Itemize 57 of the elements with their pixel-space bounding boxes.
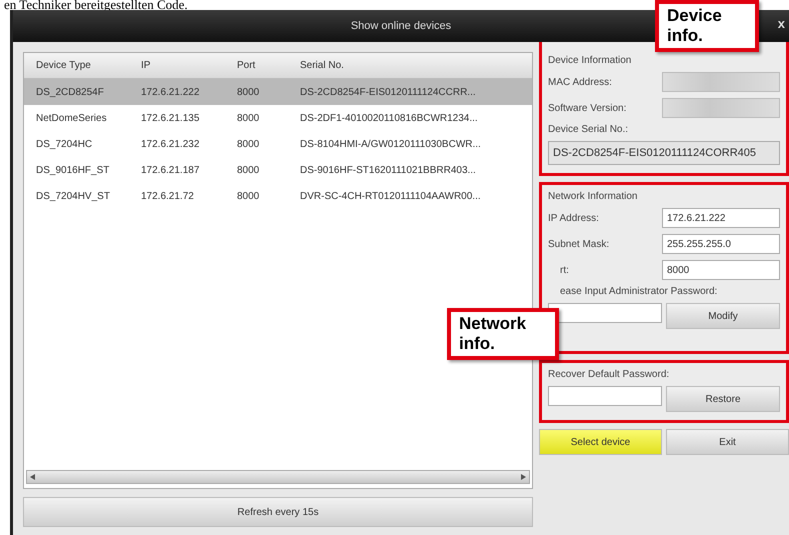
table-cell-text: 172.6.21.222 bbox=[141, 86, 200, 98]
recover-code-field[interactable] bbox=[548, 386, 662, 406]
device-row[interactable]: DS_7204HC 172.6.21.232 8000 DS-8104HMI-A/GW0120111030BCWR... bbox=[24, 131, 532, 157]
field-label: MAC Address: bbox=[548, 76, 613, 88]
ip-field[interactable]: 172.6.21.222 bbox=[662, 208, 780, 228]
annotation-callout: Device info. bbox=[655, 0, 759, 52]
field-label: ease Input Administrator Password: bbox=[559, 286, 718, 297]
table-cell-text: 172.6.21.135 bbox=[141, 112, 200, 124]
table-cell-text: DS-2DF1-4010020110816BCWR1234... bbox=[300, 112, 479, 124]
table-cell-text: DS_7204HC bbox=[36, 138, 94, 150]
table-cell-text: 8000 bbox=[237, 86, 260, 98]
column-header[interactable]: IP bbox=[141, 60, 237, 71]
select-device-button[interactable]: Select device bbox=[539, 429, 662, 455]
column-header[interactable]: Serial No. bbox=[300, 60, 532, 71]
section-heading: Recover Default Password: bbox=[548, 369, 670, 380]
field-label: Subnet Mask: bbox=[548, 238, 610, 250]
column-header[interactable]: Port bbox=[237, 60, 300, 71]
port-field[interactable]: 8000 bbox=[662, 260, 780, 280]
password-field[interactable] bbox=[548, 303, 662, 323]
exit-button[interactable]: Exit bbox=[666, 429, 789, 455]
table-cell-text: DS-9016HF-ST1620111021BBRR403... bbox=[300, 164, 477, 176]
window-title: Show online devices bbox=[350, 20, 452, 32]
device-row[interactable]: DS_9016HF_ST 172.6.21.187 8000 DS-9016HF-ST1620111021BBRR403... bbox=[24, 157, 532, 183]
table-cell-text: 8000 bbox=[237, 138, 260, 150]
field-label: IP Address: bbox=[548, 212, 600, 224]
table-cell-text: DS_9016HF_ST bbox=[36, 164, 110, 176]
table-cell-text: 172.6.21.232 bbox=[141, 138, 200, 150]
table-cell-text: 172.6.21.187 bbox=[141, 164, 200, 176]
device-row[interactable]: DS_2CD8254F 172.6.21.222 8000 DS-2CD8254F-EIS0120111124CCRR... bbox=[24, 79, 532, 105]
left-arrow-icon[interactable] bbox=[30, 474, 35, 480]
caption-text: en Techniker bereitgestellten Code. bbox=[3, 0, 189, 10]
field-label: Device Serial No.: bbox=[548, 124, 630, 135]
section-heading: Device Information bbox=[548, 55, 632, 66]
refresh-button[interactable]: Refresh every 15s bbox=[23, 497, 533, 527]
table-cell-text: DS_2CD8254F bbox=[36, 86, 105, 98]
table-cell-text: DS-8104HMI-A/GW0120111030BCWR... bbox=[300, 138, 482, 150]
subnet-field[interactable]: 255.255.255.0 bbox=[662, 234, 780, 254]
table-cell-text: 8000 bbox=[237, 112, 260, 124]
close-button[interactable]: x bbox=[778, 16, 785, 31]
column-header[interactable]: Device Type bbox=[36, 60, 141, 71]
modify-button[interactable]: Modify bbox=[666, 303, 780, 329]
table-cell-text: 8000 bbox=[237, 190, 260, 202]
table-cell-text: NetDomeSeries bbox=[36, 112, 108, 124]
annotation-callout: Network info. bbox=[447, 308, 559, 360]
field-label: rt: bbox=[559, 264, 570, 276]
section-heading: Network Information bbox=[548, 191, 638, 202]
right-arrow-icon[interactable] bbox=[521, 474, 526, 480]
table-cell-text: DS_7204HV_ST bbox=[36, 190, 111, 202]
table-cell-text: DVR-SC-4CH-RT0120111104AAWR00... bbox=[300, 190, 482, 202]
field-label: Software Version: bbox=[548, 102, 628, 114]
device-row[interactable]: NetDomeSeries 172.6.21.135 8000 DS-2DF1-4010020110816BCWR1234... bbox=[24, 105, 532, 131]
device-row[interactable]: DS_7204HV_ST 172.6.21.72 8000 DVR-SC-4CH-RT0120111104AAWR00... bbox=[24, 183, 532, 209]
table-cell-text: 8000 bbox=[237, 164, 260, 176]
restore-button[interactable]: Restore bbox=[666, 386, 780, 412]
table-cell-text: DS-2CD8254F-EIS0120111124CCRR... bbox=[300, 86, 477, 98]
table-cell-text: 172.6.21.72 bbox=[141, 190, 195, 202]
horizontal-scrollbar[interactable] bbox=[26, 470, 530, 484]
